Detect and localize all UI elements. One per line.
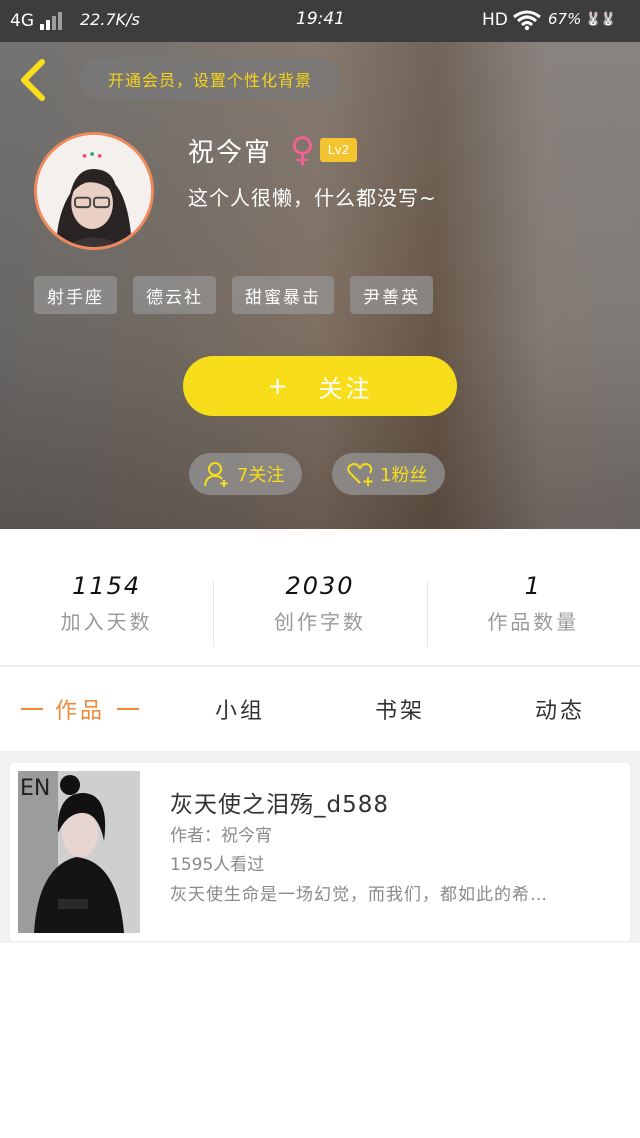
hd-indicator: HD <box>482 10 508 30</box>
stat-value: 1 <box>524 572 542 600</box>
status-bar: 4G 22.7K/s 19:41 HD 67% 🐰🐰 <box>0 0 640 42</box>
stat-label: 作品数量 <box>487 610 580 634</box>
plus-icon: + <box>267 372 291 400</box>
work-description: 灰天使生命是一场幻觉，而我们，都如此的希… <box>170 885 548 905</box>
tab-indicator <box>20 708 43 710</box>
tab-indicator <box>117 708 139 710</box>
tab-groups[interactable]: 小组 <box>160 667 320 751</box>
level-badge: Lv2 <box>320 138 357 162</box>
work-card[interactable]: EN 灰天使之泪殇_d588 作者：祝今宵 1595人看过 灰天使生命是一场幻觉… <box>10 763 630 941</box>
tab-bookshelf[interactable]: 书架 <box>320 667 480 751</box>
network-indicator: 4G <box>10 11 34 31</box>
heart-add-icon <box>347 463 373 486</box>
stat-label: 加入天数 <box>60 610 153 634</box>
work-views: 1595人看过 <box>170 855 265 875</box>
cover-text: EN <box>20 776 50 801</box>
user-bio: 这个人很懒，什么都没写~ <box>188 186 437 210</box>
stat-value: 2030 <box>285 572 355 600</box>
stat-word-count: 2030 创作字数 <box>213 529 426 666</box>
profile-header: 开通会员，设置个性化背景 祝今宵 ♀ Lv2 这个人很懒，什么都没写~ 射手座 … <box>0 42 640 529</box>
stat-label: 创作字数 <box>273 610 366 634</box>
avatar[interactable] <box>34 132 154 250</box>
work-cover-image: EN <box>18 771 140 933</box>
work-title: 灰天使之泪殇_d588 <box>170 792 389 818</box>
tag-item[interactable]: 甜蜜暴击 <box>232 276 334 314</box>
avatar-image <box>37 135 151 247</box>
tab-label: 作品 <box>54 699 105 724</box>
tag-item[interactable]: 射手座 <box>34 276 117 314</box>
follow-button[interactable]: + 关注 <box>183 356 457 416</box>
battery-level: 67% <box>548 10 582 28</box>
tag-item[interactable]: 德云社 <box>133 276 216 314</box>
work-cover: EN <box>18 771 140 933</box>
network-speed: 22.7K/s <box>80 10 140 29</box>
user-add-icon <box>204 462 228 487</box>
stats-bar: 1154 加入天数 2030 创作字数 1 作品数量 <box>0 529 640 666</box>
tag-item[interactable]: 尹善英 <box>350 276 433 314</box>
fans-count: 1粉丝 <box>380 465 428 486</box>
following-count-button[interactable]: 7关注 <box>189 453 303 495</box>
signal-icon <box>40 12 62 30</box>
fans-count-button[interactable]: 1粉丝 <box>332 453 446 495</box>
tag-list: 射手座 德云社 甜蜜暴击 尹善英 <box>34 276 433 314</box>
stat-value: 1154 <box>72 572 142 600</box>
stat-join-days: 1154 加入天数 <box>0 529 213 666</box>
tab-works[interactable]: 作品 <box>0 667 160 751</box>
stat-works-count: 1 作品数量 <box>426 529 640 666</box>
female-icon: ♀ <box>290 130 315 170</box>
bunny-icon: 🐰🐰 <box>585 12 616 27</box>
vip-background-button[interactable]: 开通会员，设置个性化背景 <box>80 58 340 100</box>
wifi-icon <box>513 10 541 31</box>
back-button[interactable] <box>16 58 50 102</box>
follow-label: 关注 <box>318 374 373 403</box>
username: 祝今宵 <box>188 138 273 168</box>
tab-bar: 作品 小组 书架 动态 <box>0 667 640 751</box>
following-count: 7关注 <box>237 465 285 486</box>
work-author: 作者：祝今宵 <box>170 826 272 846</box>
clock: 19:41 <box>296 9 345 29</box>
tab-activity[interactable]: 动态 <box>480 667 640 751</box>
